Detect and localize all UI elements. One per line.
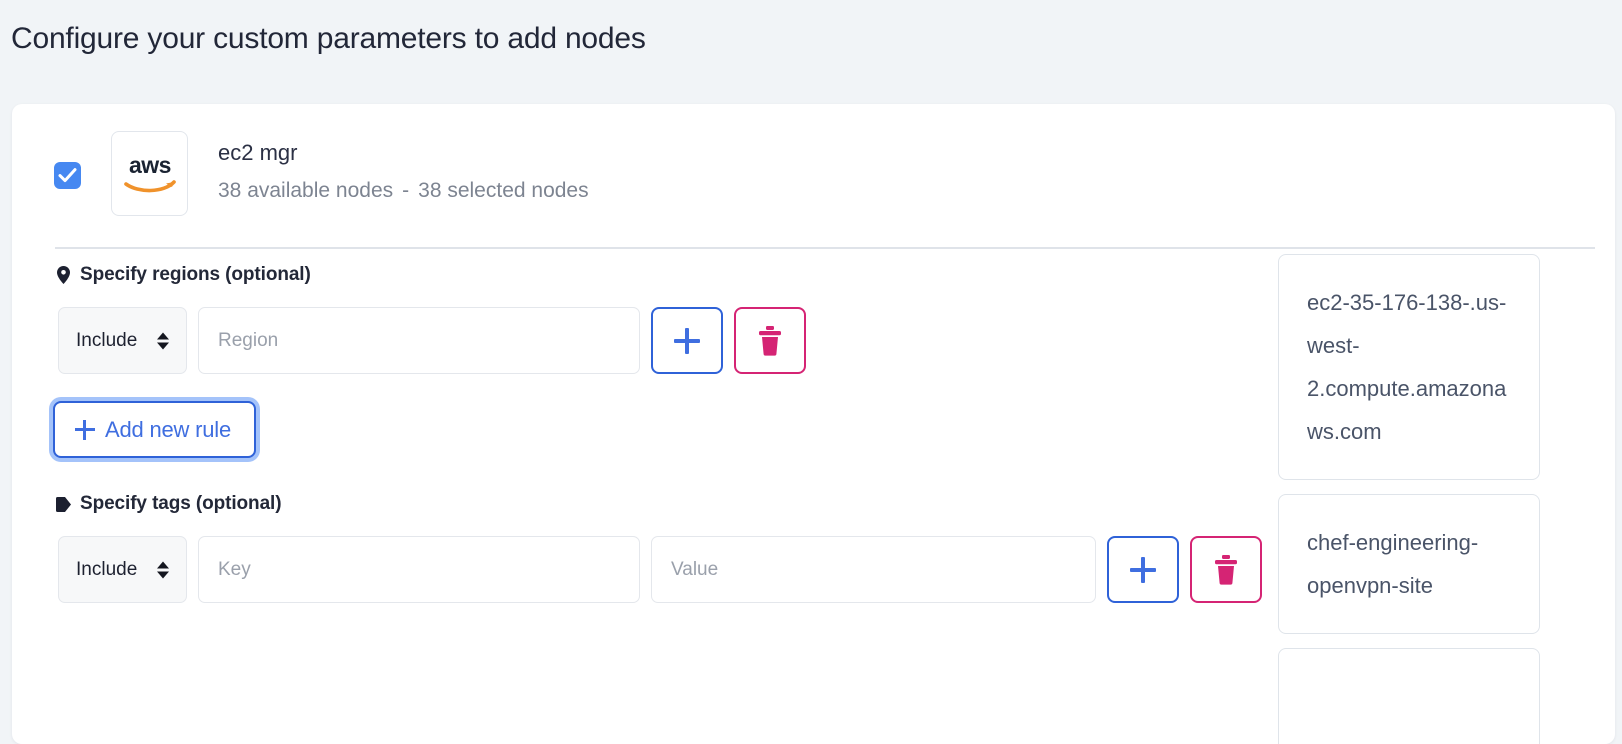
list-item[interactable]: chef-engineering-openvpn-site (1278, 494, 1540, 634)
delete-tag-rule-button[interactable] (1190, 536, 1262, 603)
add-tag-rule-button[interactable] (1107, 536, 1179, 603)
add-rule-container: Add new rule (12, 401, 1272, 458)
plus-icon (1130, 556, 1156, 583)
tag-icon (56, 494, 71, 514)
selected-nodes-list[interactable]: ec2-35-176-138-.us-west-2.compute.amazon… (1278, 254, 1615, 744)
trash-icon (759, 325, 781, 356)
tags-label-text: Specify tags (optional) (80, 493, 282, 514)
page-title: Configure your custom parameters to add … (11, 22, 646, 55)
available-nodes-count: 38 available nodes (218, 179, 394, 202)
chevron-updown-icon (157, 332, 169, 349)
tag-rule-row: Include (12, 536, 1272, 603)
tag-value-input[interactable] (651, 536, 1096, 603)
region-rule-row: Include (12, 307, 1272, 374)
trash-icon (1215, 554, 1237, 585)
aws-logo: aws (111, 131, 188, 216)
list-item[interactable] (1278, 648, 1540, 744)
map-pin-icon (56, 265, 71, 285)
svg-text:aws: aws (129, 153, 171, 178)
add-new-rule-label: Add new rule (105, 416, 232, 442)
checkmark-icon (58, 168, 77, 183)
region-input[interactable] (198, 307, 640, 374)
region-mode-value: Include (76, 329, 138, 351)
add-region-rule-button[interactable] (651, 307, 723, 374)
chevron-updown-icon (157, 561, 169, 578)
provider-header: aws ec2 mgr 38 available nodes -38 select… (12, 104, 1615, 247)
tags-section: Specify tags (optional) Include (12, 493, 1272, 603)
tags-section-label: Specify tags (optional) (12, 493, 1272, 515)
rules-configuration-column: Specify regions (optional) Include Regio… (12, 264, 1272, 603)
tag-mode-value: Include (76, 558, 138, 580)
provider-checkbox[interactable] (54, 162, 81, 189)
regions-section-label: Specify regions (optional) (12, 264, 1272, 286)
delete-region-rule-button[interactable] (734, 307, 806, 374)
add-new-rule-button[interactable]: Add new rule (53, 401, 257, 458)
provider-info: ec2 mgr 38 available nodes -38 selected n… (218, 138, 589, 206)
header-divider (55, 247, 1595, 249)
region-mode-select[interactable]: Include (58, 307, 187, 374)
tag-key-input[interactable] (198, 536, 640, 603)
tag-mode-select[interactable]: Include (58, 536, 187, 603)
provider-node-counts: 38 available nodes -38 selected nodes (218, 176, 589, 206)
list-item[interactable]: ec2-35-176-138-.us-west-2.compute.amazon… (1278, 254, 1540, 480)
configuration-panel: aws ec2 mgr 38 available nodes -38 select… (12, 104, 1615, 744)
regions-label-text: Specify regions (optional) (80, 264, 311, 285)
plus-icon (75, 419, 95, 440)
provider-name: ec2 mgr (218, 140, 298, 165)
plus-icon (674, 327, 700, 354)
counts-separator: - (402, 179, 410, 202)
selected-nodes-count: 38 selected nodes (418, 179, 589, 202)
aws-logo-icon: aws (123, 153, 176, 192)
